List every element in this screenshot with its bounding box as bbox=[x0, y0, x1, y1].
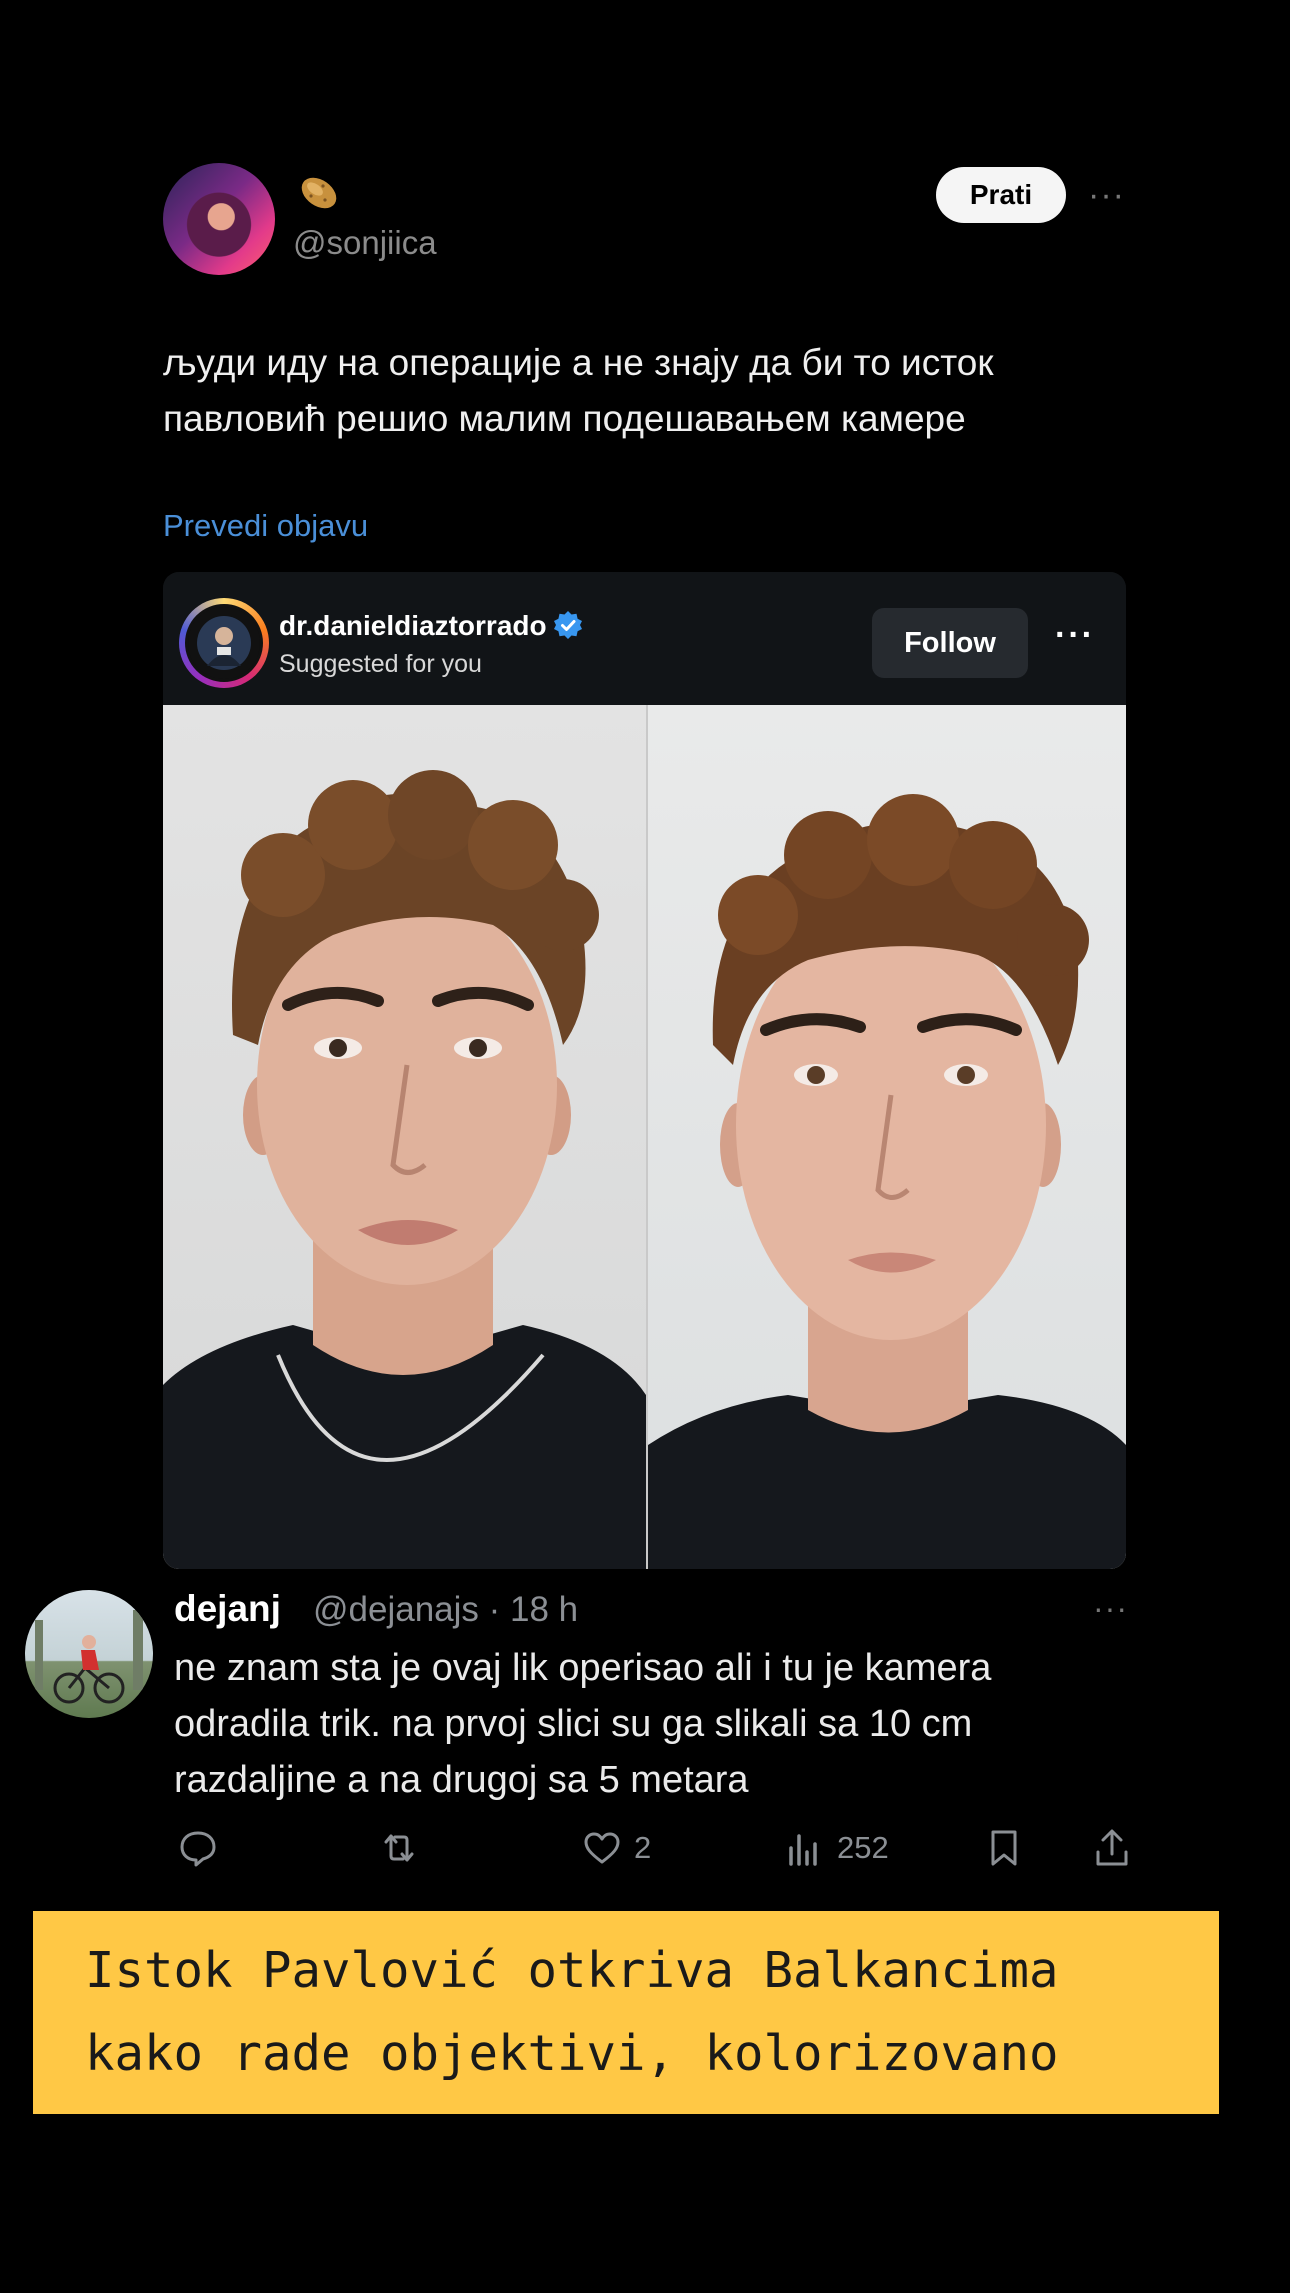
instagram-avatar bbox=[179, 598, 269, 688]
instagram-follow-button: Follow bbox=[872, 608, 1028, 678]
views-count: 252 bbox=[837, 1830, 889, 1865]
doctor-portrait-icon bbox=[197, 616, 251, 670]
instagram-more-icon: ··· bbox=[1055, 616, 1095, 654]
caption-banner: Istok Pavlović otkriva Balkancima kako r… bbox=[33, 1911, 1219, 2114]
reply-text-line: odradila trik. na prvoj slici su ga slik… bbox=[174, 1703, 973, 1745]
heart-icon bbox=[584, 1832, 620, 1864]
before-photo bbox=[163, 705, 646, 1569]
caption-line: Istok Pavlović otkriva Balkancima bbox=[85, 1942, 1059, 1999]
author-avatar[interactable] bbox=[163, 163, 275, 275]
views-button[interactable]: 252 bbox=[783, 1823, 889, 1873]
reply-handle-time[interactable]: @dejanajs · 18 h bbox=[313, 1590, 578, 1630]
author-handle[interactable]: @sonjiica bbox=[293, 224, 437, 262]
after-portrait-illustration bbox=[648, 794, 1126, 1569]
avatar-inner bbox=[185, 604, 263, 682]
translate-post-link[interactable]: Prevedi objavu bbox=[163, 508, 368, 544]
verified-badge-icon bbox=[553, 611, 582, 639]
bookmark-icon bbox=[991, 1830, 1017, 1866]
repost-button[interactable] bbox=[377, 1823, 431, 1873]
instagram-username-text: dr.danieldiaztorrado bbox=[279, 610, 547, 641]
post-text: људи иду на операције а не знају да би т… bbox=[163, 335, 1143, 447]
after-photo bbox=[648, 705, 1126, 1569]
like-button[interactable]: 2 bbox=[580, 1823, 651, 1873]
reply-author-name[interactable]: dejanj bbox=[174, 1588, 281, 1630]
repost-icon bbox=[384, 1834, 414, 1862]
cyclist-photo-icon bbox=[35, 1610, 143, 1704]
post-text-line: павловић решио малим подешавањем камере bbox=[163, 398, 966, 439]
comment-icon bbox=[180, 1831, 216, 1867]
views-icon bbox=[789, 1834, 817, 1866]
reply-avatar[interactable] bbox=[25, 1590, 153, 1718]
reply-more-icon[interactable]: ··· bbox=[1093, 1590, 1128, 1627]
before-portrait-illustration bbox=[163, 770, 646, 1569]
share-button[interactable] bbox=[1090, 1823, 1134, 1873]
reply-text-line: razdaljine a na drugoj sa 5 metara bbox=[174, 1759, 749, 1801]
follow-button[interactable]: Prati bbox=[936, 167, 1066, 223]
embedded-image-card[interactable]: dr.danieldiaztorrado Suggested for you F… bbox=[163, 572, 1126, 1569]
instagram-post-header: dr.danieldiaztorrado Suggested for you F… bbox=[163, 572, 1126, 705]
potato-emoji-icon bbox=[301, 177, 337, 209]
reply-button[interactable] bbox=[176, 1823, 230, 1873]
instagram-username: dr.danieldiaztorrado bbox=[279, 610, 583, 642]
share-icon bbox=[1096, 1829, 1128, 1866]
like-count: 2 bbox=[634, 1830, 652, 1865]
post-text-line: људи иду на операције а не знају да би т… bbox=[163, 342, 994, 383]
reply-text: ne znam sta je ovaj lik operisao ali i t… bbox=[174, 1640, 1174, 1808]
caption-line: kako rade objektivi, kolorizovano bbox=[85, 2025, 1059, 2082]
reply-text-line: ne znam sta je ovaj lik operisao ali i t… bbox=[174, 1647, 992, 1689]
suggested-label: Suggested for you bbox=[279, 650, 482, 678]
bookmark-button[interactable] bbox=[982, 1823, 1026, 1873]
more-options-icon[interactable]: ··· bbox=[1088, 176, 1125, 215]
